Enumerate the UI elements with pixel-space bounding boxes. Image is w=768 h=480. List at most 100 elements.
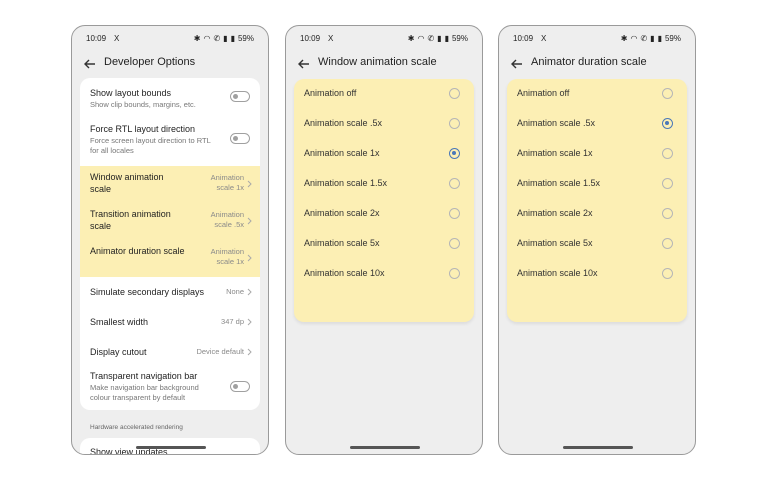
- phone-developer-options: 10:09 X ✱ ◠ ✆ ▮ ▮ 59% Developer Options …: [71, 25, 269, 455]
- battery-percent: 59%: [664, 34, 681, 43]
- chevron-right-icon: [247, 217, 252, 225]
- radio-button[interactable]: [662, 268, 673, 279]
- status-bar: 10:09 X ✱ ◠ ✆ ▮ ▮ 59%: [513, 34, 681, 46]
- setting-label: Transparent navigation bar: [90, 371, 198, 381]
- option-scale-1x[interactable]: Animation scale 1x: [507, 139, 687, 169]
- setting-transparent-navigation-bar[interactable]: Transparent navigation bar Make navigati…: [80, 367, 260, 410]
- option-label: Animation off: [304, 88, 357, 98]
- option-animation-off[interactable]: Animation off: [507, 79, 687, 109]
- gesture-navigation-bar[interactable]: [350, 446, 420, 449]
- phone-animator-duration-scale: 10:09 X ✱ ◠ ✆ ▮ ▮ 59% Animator duration …: [498, 25, 696, 455]
- setting-show-layout-bounds[interactable]: Show layout bounds Show clip bounds, mar…: [80, 78, 260, 116]
- radio-button[interactable]: [449, 268, 460, 279]
- setting-animator-duration-scale[interactable]: Animator duration scale Animation scale …: [80, 240, 260, 277]
- bluetooth-icon: ✱: [620, 34, 628, 43]
- radio-button[interactable]: [662, 208, 673, 219]
- section-header: Hardware accelerated rendering: [90, 424, 183, 431]
- radio-button[interactable]: [662, 238, 673, 249]
- radio-button[interactable]: [449, 88, 460, 99]
- bluetooth-icon: ✱: [407, 34, 415, 43]
- chevron-right-icon: [247, 288, 252, 296]
- setting-value: Animation scale 1x: [210, 247, 244, 266]
- wifi-icon: ◠: [417, 34, 425, 43]
- radio-button[interactable]: [449, 238, 460, 249]
- bluetooth-icon: ✱: [193, 34, 201, 43]
- page-title: Developer Options: [104, 56, 196, 68]
- back-arrow-icon[interactable]: [82, 56, 98, 72]
- back-arrow-icon[interactable]: [296, 56, 312, 72]
- toggle-switch[interactable]: [230, 381, 250, 392]
- back-arrow-icon[interactable]: [509, 56, 525, 72]
- setting-force-rtl[interactable]: Force RTL layout direction Force screen …: [80, 116, 260, 166]
- page-title: Animator duration scale: [531, 56, 647, 68]
- toggle-switch[interactable]: [230, 91, 250, 102]
- options-list: Animation off Animation scale .5x Animat…: [294, 79, 474, 322]
- battery-percent: 59%: [451, 34, 468, 43]
- radio-button[interactable]: [662, 88, 673, 99]
- option-label: Animation scale .5x: [517, 118, 596, 128]
- option-scale-10x[interactable]: Animation scale 10x: [294, 259, 474, 289]
- battery-percent: 59%: [237, 34, 254, 43]
- option-scale-1-5x[interactable]: Animation scale 1.5x: [294, 169, 474, 199]
- option-scale-10x[interactable]: Animation scale 10x: [507, 259, 687, 289]
- chevron-right-icon: [247, 254, 252, 262]
- option-scale-0-5x[interactable]: Animation scale .5x: [294, 109, 474, 139]
- setting-display-cutout[interactable]: Display cutout Device default: [80, 337, 260, 367]
- gesture-navigation-bar[interactable]: [563, 446, 633, 449]
- option-scale-2x[interactable]: Animation scale 2x: [294, 199, 474, 229]
- option-label: Animation scale 1x: [517, 148, 593, 158]
- option-label: Animation scale .5x: [304, 118, 383, 128]
- radio-button[interactable]: [449, 178, 460, 189]
- setting-smallest-width[interactable]: Smallest width 347 dp: [80, 307, 260, 337]
- signal-icon: ▮: [223, 34, 228, 43]
- setting-label: Transition animation scale: [90, 209, 171, 231]
- chevron-right-icon: [247, 180, 252, 188]
- call-icon: ✆: [213, 34, 221, 43]
- status-time: 10:09: [86, 34, 107, 43]
- developer-options-list: Show layout bounds Show clip bounds, mar…: [80, 78, 260, 410]
- setting-value: Animation scale .5x: [210, 210, 244, 229]
- option-label: Animation scale 10x: [304, 268, 385, 278]
- option-scale-5x[interactable]: Animation scale 5x: [507, 229, 687, 259]
- option-label: Animation scale 2x: [517, 208, 593, 218]
- option-label: Animation scale 2x: [304, 208, 380, 218]
- option-label: Animation scale 5x: [304, 238, 380, 248]
- option-scale-0-5x[interactable]: Animation scale .5x: [507, 109, 687, 139]
- setting-description: Show clip bounds, margins, etc.: [90, 100, 196, 109]
- radio-button[interactable]: [662, 178, 673, 189]
- radio-button-selected[interactable]: [662, 118, 673, 129]
- setting-value: Animation scale 1x: [210, 173, 244, 192]
- chevron-right-icon: [247, 318, 252, 326]
- setting-description: Force screen layout direction to RTL for…: [90, 136, 211, 155]
- battery-icon: ▮: [657, 34, 662, 43]
- option-scale-1-5x[interactable]: Animation scale 1.5x: [507, 169, 687, 199]
- setting-label: Force RTL layout direction: [90, 124, 196, 134]
- status-bar: 10:09 X ✱ ◠ ✆ ▮ ▮ 59%: [300, 34, 468, 46]
- status-x-label: X: [328, 34, 334, 43]
- setting-value: Device default: [196, 347, 244, 356]
- setting-window-animation-scale[interactable]: Window animation scale Animation scale 1…: [80, 166, 260, 203]
- option-animation-off[interactable]: Animation off: [294, 79, 474, 109]
- option-scale-1x[interactable]: Animation scale 1x: [294, 139, 474, 169]
- status-time: 10:09: [300, 34, 321, 43]
- setting-transition-animation-scale[interactable]: Transition animation scale Animation sca…: [80, 203, 260, 240]
- setting-label: Simulate secondary displays: [90, 287, 205, 297]
- radio-button[interactable]: [449, 118, 460, 129]
- option-scale-5x[interactable]: Animation scale 5x: [294, 229, 474, 259]
- option-label: Animation scale 1.5x: [517, 178, 601, 188]
- call-icon: ✆: [640, 34, 648, 43]
- gesture-navigation-bar[interactable]: [136, 446, 206, 449]
- battery-icon: ▮: [230, 34, 235, 43]
- option-scale-2x[interactable]: Animation scale 2x: [507, 199, 687, 229]
- setting-value: None: [226, 287, 244, 296]
- radio-button[interactable]: [449, 208, 460, 219]
- radio-button[interactable]: [662, 148, 673, 159]
- status-x-label: X: [114, 34, 120, 43]
- setting-description: Make navigation bar background colour tr…: [90, 383, 199, 402]
- option-label: Animation scale 5x: [517, 238, 593, 248]
- setting-label: Display cutout: [90, 347, 147, 357]
- setting-simulate-secondary-displays[interactable]: Simulate secondary displays None: [80, 277, 260, 307]
- radio-button-selected[interactable]: [449, 148, 460, 159]
- toggle-switch[interactable]: [230, 133, 250, 144]
- setting-label: Show layout bounds: [90, 88, 172, 98]
